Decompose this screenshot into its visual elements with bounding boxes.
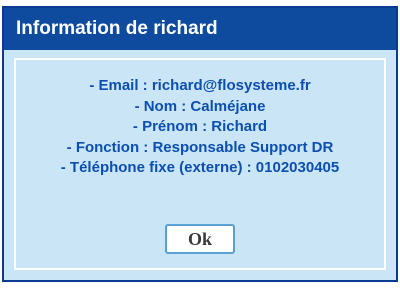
function-line: - Fonction : Responsable Support DR [66,138,334,156]
ok-button-container: Ok [16,224,384,254]
dialog-title: Information de richard [4,8,396,50]
info-lines: - Email : richard@flosysteme.fr - Nom : … [16,76,384,179]
info-dialog: Information de richard - Email : richard… [2,6,398,282]
dialog-content: - Email : richard@flosysteme.fr - Nom : … [14,58,386,270]
ok-button[interactable]: Ok [165,224,235,254]
last-name-line: - Nom : Calméjane [134,97,266,115]
phone-line: - Téléphone fixe (externe) : 0102030405 [60,159,340,176]
email-line: - Email : richard@flosysteme.fr [89,77,311,94]
first-name-line: - Prénom : Richard [132,118,268,135]
